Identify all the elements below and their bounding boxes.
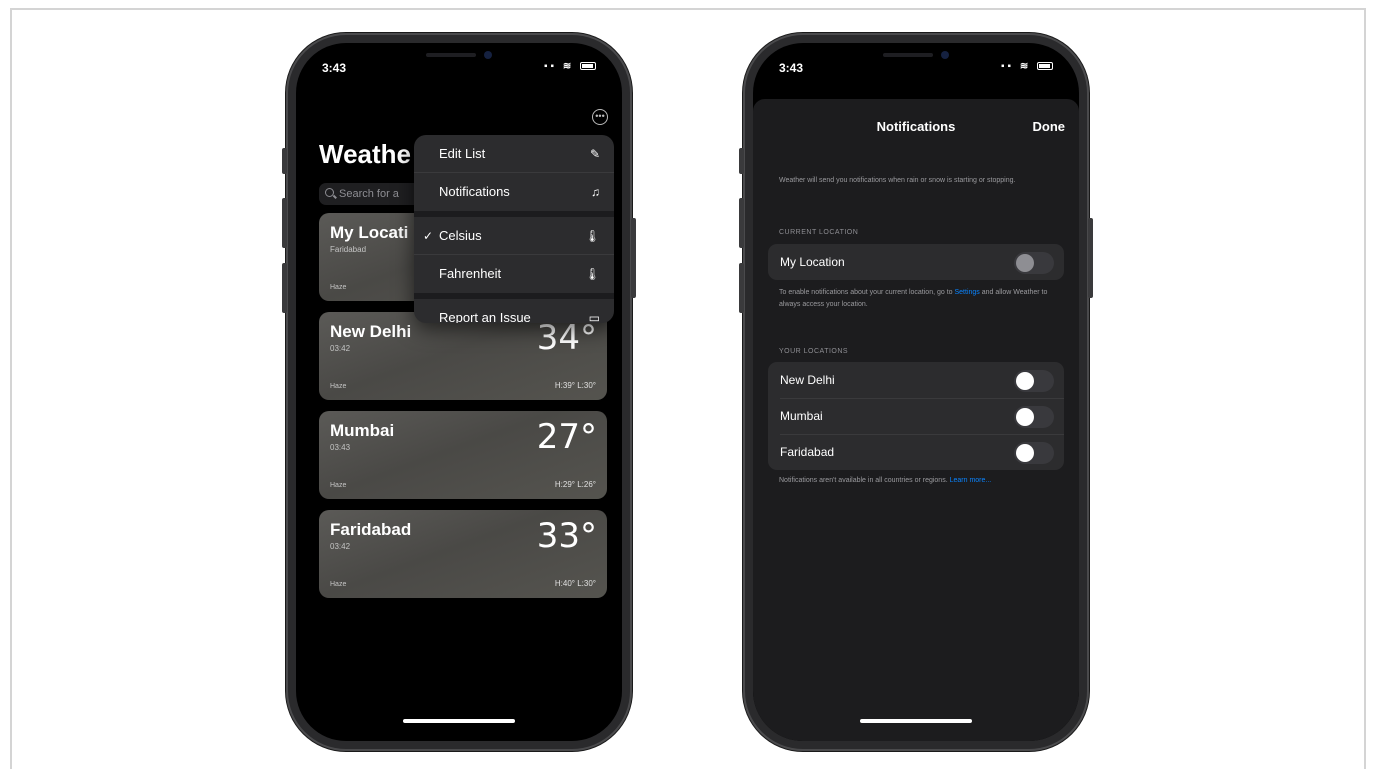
menu-item-label: Edit List — [439, 146, 486, 161]
volume-down-button — [282, 263, 287, 313]
card-subtitle: Faridabad — [330, 245, 367, 254]
done-button[interactable]: Done — [1033, 119, 1066, 134]
cellular-icon: ▪▪ — [543, 61, 558, 72]
volume-up-button — [282, 198, 287, 248]
home-indicator[interactable] — [403, 719, 515, 723]
menu-item-label: Notifications — [439, 184, 510, 199]
card-high-low: H:40° L:30° — [554, 579, 596, 588]
menu-item-report-issue[interactable]: Report an Issue ▭ — [414, 299, 614, 323]
wifi-icon: ≋ — [1019, 61, 1032, 72]
left-phone: 3:43 ▪▪ ≋ ••• Weathe Search for a My Loc… — [282, 33, 636, 751]
card-temperature: 33° — [536, 516, 597, 556]
battery-icon — [1037, 62, 1053, 71]
status-time: 3:43 — [322, 61, 347, 75]
side-button — [1088, 218, 1093, 298]
row-mumbai: Mumbai — [768, 398, 1064, 434]
status-time: 3:43 — [779, 61, 804, 75]
options-menu: Edit List ✎ Notifications ♫ ✓ Celsius 🌡 … — [414, 135, 614, 323]
card-temperature: 34° — [536, 318, 597, 358]
page-title: Weathe — [319, 139, 411, 169]
row-label: Mumbai — [780, 409, 823, 423]
bell-icon: ♫ — [591, 185, 600, 199]
your-locations-group: New Delhi Mumbai Faridabad — [768, 362, 1064, 470]
thermometer-icon: 🌡 — [584, 229, 600, 243]
status-icons: ▪▪ ≋ — [1001, 61, 1053, 72]
menu-item-label: Celsius — [439, 228, 482, 243]
intro-text: Weather will send you notifications when… — [779, 177, 1016, 184]
weather-list-screen: 3:43 ▪▪ ≋ ••• Weathe Search for a My Loc… — [296, 43, 622, 741]
card-subtitle: 03:42 — [330, 542, 351, 551]
figure-border — [10, 8, 1366, 769]
card-condition: Haze — [330, 581, 347, 588]
new-delhi-toggle[interactable] — [1014, 370, 1054, 392]
side-button — [631, 218, 636, 298]
card-high-low: H:39° L:30° — [554, 381, 596, 390]
location-card-mumbai[interactable]: Mumbai 03:43 Haze 27° H:29° L:26° — [319, 411, 607, 499]
menu-item-celsius[interactable]: ✓ Celsius 🌡 — [414, 217, 614, 255]
learn-more-link[interactable]: Learn more... — [950, 477, 992, 484]
row-my-location: My Location — [768, 244, 1064, 280]
more-options-icon[interactable]: ••• — [592, 109, 608, 125]
location-card-faridabad[interactable]: Faridabad 03:42 Haze 33° H:40° L:30° — [319, 510, 607, 598]
card-condition: Haze — [330, 383, 347, 390]
volume-up-button — [739, 198, 744, 248]
cellular-icon: ▪▪ — [1000, 61, 1015, 72]
card-city: My Locati — [330, 223, 409, 242]
row-label: Faridabad — [780, 445, 835, 459]
mute-switch — [282, 148, 287, 174]
my-location-toggle[interactable] — [1014, 252, 1054, 274]
thermometer-icon: 🌡 — [584, 267, 600, 281]
row-faridabad: Faridabad — [768, 434, 1064, 470]
card-temperature: 27° — [536, 417, 597, 457]
row-label: New Delhi — [780, 373, 835, 387]
notifications-sheet: Notifications Done Weather will send you… — [753, 99, 1079, 741]
notifications-screen: 3:43 ▪▪ ≋ Notifications Done Weather wil… — [753, 43, 1079, 741]
menu-item-fahrenheit[interactable]: Fahrenheit 🌡 — [414, 255, 614, 299]
battery-icon — [580, 62, 596, 71]
speech-bubble-icon: ▭ — [588, 311, 600, 323]
wifi-icon: ≋ — [562, 61, 575, 72]
location-hint: To enable notifications about your curre… — [779, 289, 1048, 308]
status-bar: 3:43 ▪▪ ≋ — [322, 61, 596, 77]
menu-item-label: Fahrenheit — [439, 266, 502, 281]
card-high-low: H:29° L:26° — [554, 480, 596, 489]
menu-item-edit-list[interactable]: Edit List ✎ — [414, 135, 614, 173]
card-subtitle: 03:42 — [330, 344, 351, 353]
row-new-delhi: New Delhi — [768, 362, 1064, 398]
sheet-title: Notifications — [876, 119, 956, 134]
card-condition: Haze — [330, 284, 347, 291]
card-condition: Haze — [330, 482, 347, 489]
card-city: New Delhi — [330, 322, 412, 341]
search-icon — [325, 188, 334, 197]
mumbai-toggle[interactable] — [1014, 406, 1054, 428]
home-indicator[interactable] — [860, 719, 972, 723]
card-city: Mumbai — [330, 421, 395, 440]
menu-item-label: Report an Issue — [439, 310, 531, 323]
status-bar: 3:43 ▪▪ ≋ — [779, 61, 1053, 77]
card-city: Faridabad — [330, 520, 412, 539]
volume-down-button — [739, 263, 744, 313]
checkmark-icon: ✓ — [423, 229, 434, 243]
right-phone: 3:43 ▪▪ ≋ Notifications Done Weather wil… — [739, 33, 1093, 751]
pencil-icon: ✎ — [589, 147, 600, 161]
menu-item-notifications[interactable]: Notifications ♫ — [414, 173, 614, 217]
location-card-new-delhi[interactable]: New Delhi 03:42 Haze 34° H:39° L:30° — [319, 312, 607, 400]
search-placeholder: Search for a — [339, 188, 399, 200]
footer-text: Notifications aren't available in all co… — [779, 477, 992, 484]
status-icons: ▪▪ ≋ — [544, 61, 596, 72]
current-location-group: My Location — [768, 244, 1064, 280]
settings-link[interactable]: Settings — [955, 289, 980, 296]
faridabad-toggle[interactable] — [1014, 442, 1054, 464]
row-label: My Location — [780, 255, 845, 269]
card-subtitle: 03:43 — [330, 443, 351, 452]
section-header-your-locations: YOUR LOCATIONS — [779, 348, 849, 355]
section-header-current: CURRENT LOCATION — [779, 229, 859, 236]
mute-switch — [739, 148, 744, 174]
